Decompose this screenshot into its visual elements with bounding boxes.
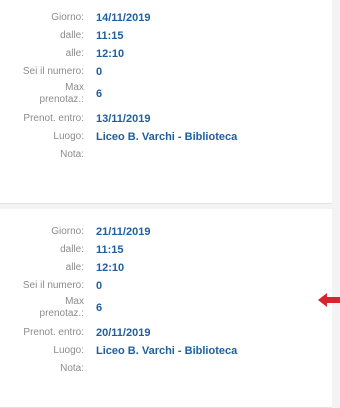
max-prenotaz-value: 6 xyxy=(96,302,103,314)
arrow-left-icon xyxy=(318,293,340,307)
giorno-value: 14/11/2019 xyxy=(96,12,151,24)
prenotaz-label: prenotaz.: xyxy=(39,94,84,105)
luogo-value: Liceo B. Varchi - Biblioteca xyxy=(96,345,238,357)
max-label: Max xyxy=(65,82,84,93)
nota-label: Nota: xyxy=(60,149,84,160)
dalle-value: 11:15 xyxy=(96,244,124,256)
prenot-entro-label: Prenot. entro: xyxy=(23,113,84,124)
sei-numero-label: Sei il numero: xyxy=(22,66,84,77)
prenot-entro-value: 20/11/2019 xyxy=(96,327,151,339)
dalle-label: dalle: xyxy=(60,244,84,255)
alle-value: 12:10 xyxy=(96,48,125,60)
max-label: Max xyxy=(65,296,84,307)
sei-numero-value: 0 xyxy=(96,66,103,78)
giorno-value: 21/11/2019 xyxy=(96,226,151,238)
prenot-entro-label: Prenot. entro: xyxy=(23,327,84,338)
prenot-entro-value: 13/11/2019 xyxy=(96,113,151,125)
giorno-label: Giorno: xyxy=(51,12,84,23)
booking-card[interactable]: Giorno: 21/11/2019 dalle: 11:15 alle: 12… xyxy=(0,209,332,408)
sei-numero-label: Sei il numero: xyxy=(22,280,84,291)
alle-label: alle: xyxy=(65,262,84,273)
luogo-value: Liceo B. Varchi - Biblioteca xyxy=(96,131,238,143)
luogo-label: Luogo: xyxy=(53,131,84,142)
dalle-value: 11:15 xyxy=(96,30,124,42)
giorno-label: Giorno: xyxy=(51,226,84,237)
sei-numero-value: 0 xyxy=(96,280,103,292)
luogo-label: Luogo: xyxy=(53,345,84,356)
prenotaz-label: prenotaz.: xyxy=(39,308,84,319)
max-prenotaz-value: 6 xyxy=(96,88,103,100)
alle-value: 12:10 xyxy=(96,262,125,274)
nota-label: Nota: xyxy=(60,363,84,374)
alle-label: alle: xyxy=(65,48,84,59)
booking-card[interactable]: Giorno: 14/11/2019 dalle: 11:15 alle: 12… xyxy=(0,0,332,204)
dalle-label: dalle: xyxy=(60,30,84,41)
